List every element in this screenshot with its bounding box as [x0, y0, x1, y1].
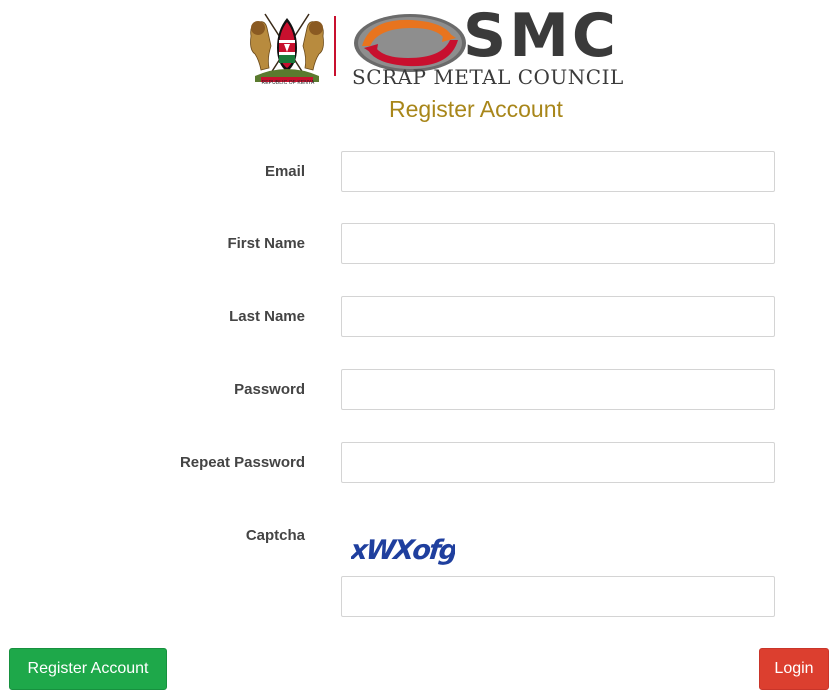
email-field[interactable] [341, 151, 775, 192]
page-title: Register Account [389, 96, 563, 122]
password-field[interactable] [341, 369, 775, 410]
last-name-field[interactable] [341, 296, 775, 337]
captcha-field[interactable] [341, 576, 775, 617]
first-name-label: First Name [227, 235, 305, 252]
captcha-text: xWXofg [351, 535, 455, 566]
register-account-button[interactable]: Register Account [9, 648, 167, 690]
brand-wordmark: SMC [463, 1, 619, 71]
first-name-field[interactable] [341, 223, 775, 264]
repeat-password-field[interactable] [341, 442, 775, 483]
login-button[interactable]: Login [759, 648, 829, 690]
last-name-label: Last Name [229, 308, 305, 325]
password-label: Password [234, 381, 305, 398]
repeat-password-label: Repeat Password [179, 454, 305, 471]
brand-subtitle: SCRAP METAL COUNCIL [352, 65, 624, 89]
email-label: Email [264, 163, 305, 180]
logo-divider [334, 16, 336, 76]
captcha-label: Captcha [245, 527, 305, 544]
coat-of-arms-caption: REPUBLIC OF KENYA [261, 80, 315, 86]
captcha-image: xWXofg [351, 535, 455, 566]
